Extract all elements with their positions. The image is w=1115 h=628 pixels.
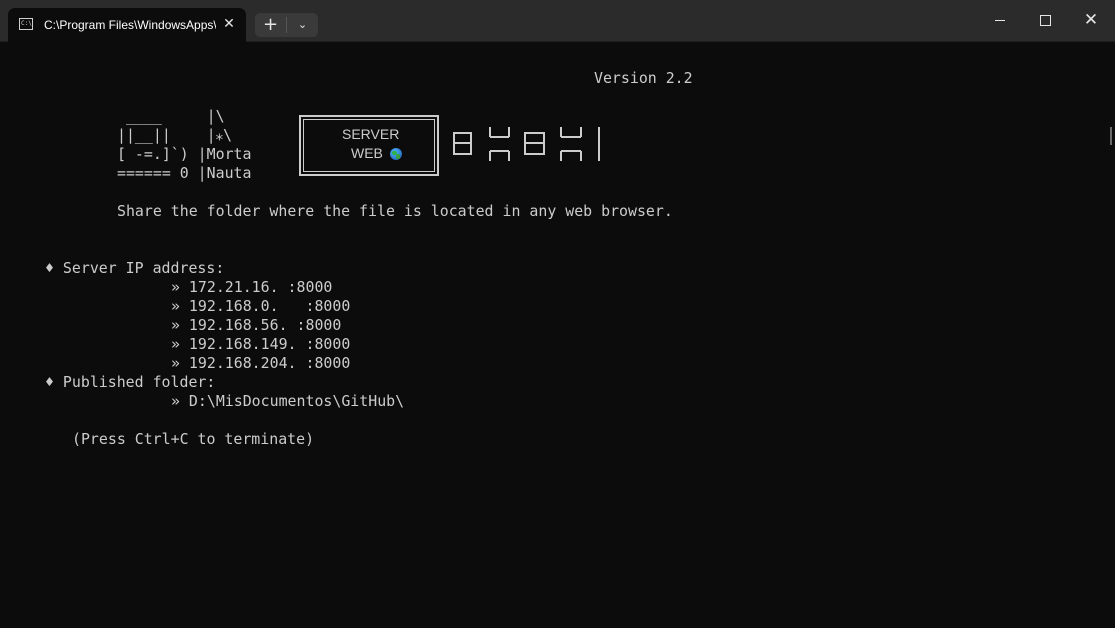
published-folder-label: ♦ Published folder: [45, 373, 216, 391]
chevron-down-icon[interactable]: ⌄ [287, 13, 318, 37]
minimize-icon [995, 20, 1005, 21]
tab-active[interactable]: C:\ C:\Program Files\WindowsApps\ ✕ [8, 8, 246, 42]
ip-address: » 192.168.149. :8000 [171, 335, 351, 353]
ip-address: » 192.168.56. :8000 [171, 316, 342, 334]
close-window-button[interactable]: ✕ [1068, 0, 1114, 40]
ascii-art-line: ||__|| |⁎\ [117, 126, 233, 144]
terminate-hint: (Press Ctrl+C to terminate) [72, 430, 315, 448]
terminal-icon: C:\ [19, 18, 33, 30]
new-tab-button[interactable]: + [255, 13, 286, 37]
close-tab-icon[interactable]: ✕ [220, 15, 238, 33]
ascii-art-line: ____ |\ [117, 107, 225, 125]
scrollbar[interactable] [1110, 127, 1112, 145]
minimize-button[interactable] [977, 0, 1023, 40]
ohoh-logo [453, 127, 600, 161]
globe-icon [390, 148, 402, 160]
description-text: Share the folder where the file is locat… [117, 202, 673, 220]
published-folder-path: » D:\MisDocumentos\GitHub\ [171, 392, 405, 410]
maximize-button[interactable] [1022, 0, 1068, 40]
title-bar: C:\ C:\Program Files\WindowsApps\ ✕ + ⌄ … [0, 0, 1115, 42]
ascii-art-line: [ -=.]`) |Morta [117, 145, 252, 163]
frame-server-text: SERVER [342, 126, 400, 142]
maximize-icon [1040, 15, 1051, 26]
server-ip-label: ♦ Server IP address: [45, 259, 225, 277]
frame-web-text: WEB [351, 145, 383, 161]
ascii-art-line: ====== 0 |Nauta [117, 164, 252, 182]
ip-address: » 172.21.16. :8000 [171, 278, 333, 296]
ip-address: » 192.168.204. :8000 [171, 354, 351, 372]
ip-address: » 192.168.0. :8000 [171, 297, 351, 315]
terminal-window: C:\ C:\Program Files\WindowsApps\ ✕ + ⌄ … [0, 0, 1115, 628]
tab-title: C:\Program Files\WindowsApps\ [44, 18, 216, 32]
tab-actions: + ⌄ [255, 13, 318, 37]
version-text: Version 2.2 [594, 69, 693, 87]
terminal-icon-text: C:\ [21, 20, 32, 27]
